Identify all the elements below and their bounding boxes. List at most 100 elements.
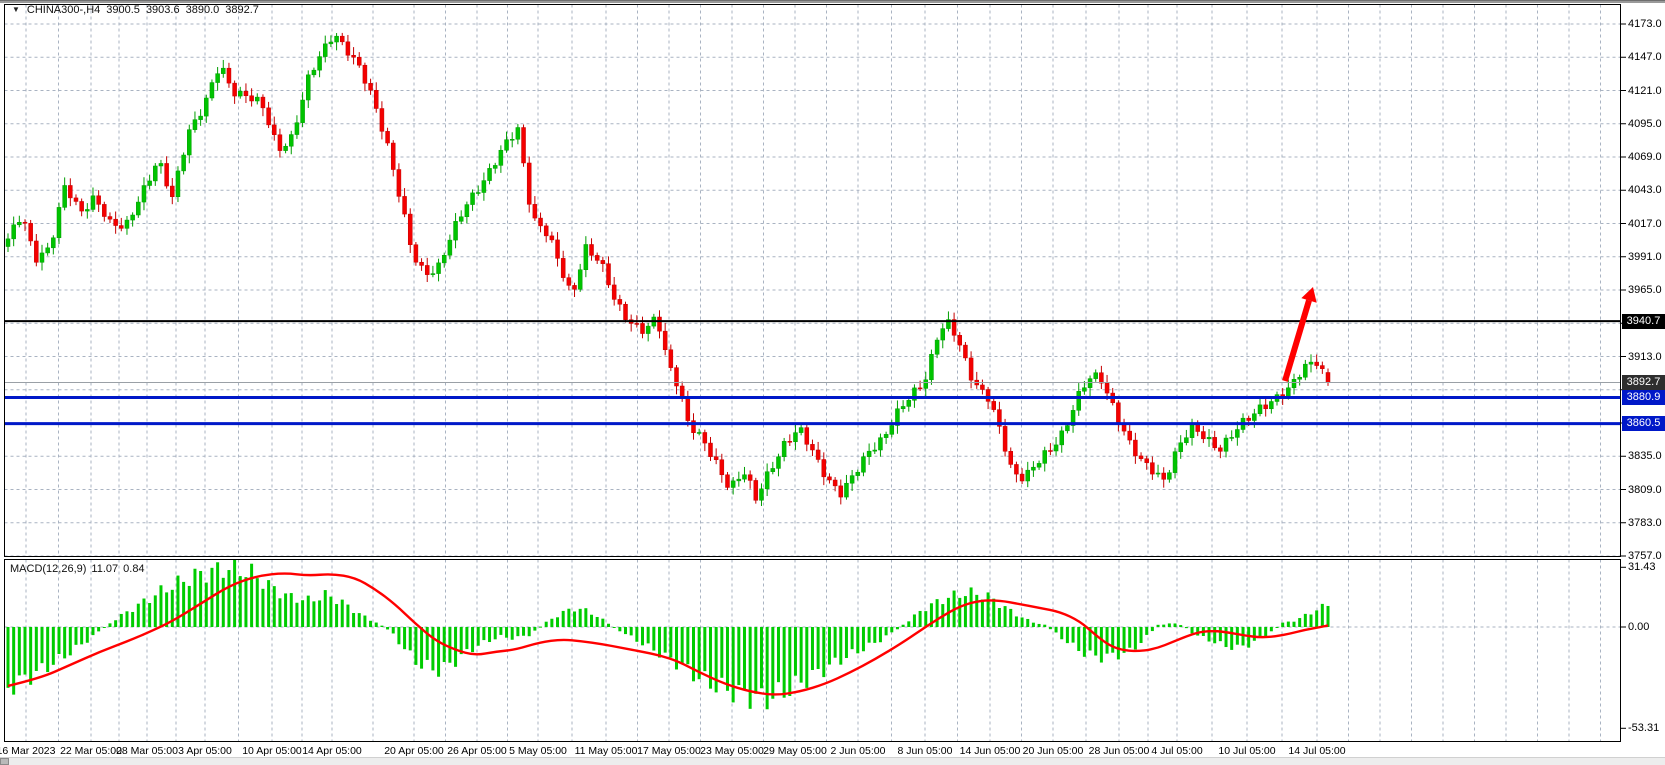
- macd-histogram-bar: [1094, 627, 1097, 656]
- macd-histogram-bar: [669, 627, 672, 658]
- candle-body: [907, 400, 911, 406]
- macd-histogram-bar: [1032, 623, 1035, 627]
- trend-arrow-head[interactable]: [1301, 287, 1316, 303]
- price-tick-label: 4173.0: [1628, 17, 1662, 31]
- macd-histogram-bar: [1111, 627, 1114, 653]
- candle-body: [125, 220, 129, 228]
- candle-body: [810, 444, 814, 450]
- macd-histogram-bar: [817, 627, 820, 669]
- macd-histogram-bar: [142, 599, 145, 627]
- macd-histogram-bar: [159, 585, 162, 627]
- macd-histogram-bar: [981, 600, 984, 627]
- candle-body: [918, 388, 922, 389]
- macd-histogram-bar: [46, 627, 49, 672]
- candle-body: [584, 244, 588, 269]
- macd-histogram-bar: [448, 627, 451, 663]
- macd-histogram-bar: [737, 627, 740, 685]
- macd-histogram-bar: [120, 614, 123, 627]
- macd-histogram-bar: [1191, 627, 1194, 633]
- candle-body: [827, 477, 831, 480]
- macd-histogram-bar: [1162, 625, 1165, 627]
- candle-body: [63, 185, 67, 207]
- macd-histogram-bar: [749, 627, 752, 709]
- candle-body: [29, 223, 33, 241]
- macd-indicator-label: MACD(12,26,9)11.070.84: [10, 563, 150, 575]
- macd-histogram-bar: [1026, 619, 1029, 627]
- candle-body: [1309, 362, 1313, 364]
- candle-body: [742, 475, 746, 479]
- price-tick-label: 3991.0: [1628, 250, 1662, 264]
- macd-histogram-bar: [800, 627, 803, 683]
- macd-histogram-bar: [845, 627, 848, 658]
- candle-body: [493, 165, 497, 168]
- macd-histogram-bar: [1055, 627, 1058, 632]
- macd-histogram-bar: [420, 627, 423, 669]
- price-level-tag: 3880.9: [1622, 390, 1665, 405]
- macd-histogram-bar: [766, 627, 769, 709]
- symbol-dropdown-icon[interactable]: ▼: [12, 5, 20, 14]
- candle-body: [46, 248, 50, 253]
- price-chart-canvas[interactable]: [0, 0, 1665, 765]
- candle-body: [363, 65, 367, 83]
- candle-body: [448, 240, 452, 255]
- candle-body: [1077, 391, 1081, 410]
- candle-body: [1020, 474, 1024, 481]
- candle-body: [1320, 366, 1324, 369]
- candle-body: [624, 304, 628, 319]
- pane-resize-handle[interactable]: [0, 556, 1622, 560]
- macd-histogram-bar: [805, 627, 808, 688]
- candle-body: [641, 323, 645, 333]
- candle-body: [352, 55, 356, 57]
- macd-histogram-bar: [1179, 625, 1182, 627]
- candle-body: [839, 486, 843, 497]
- level-lines: [5, 321, 1621, 424]
- symbol-quote-bar: ▼CHINA300-,H43900.53903.63890.03892.7: [12, 4, 259, 16]
- macd-histogram-bar: [35, 627, 38, 671]
- candle-body: [1014, 464, 1018, 474]
- candle-body: [142, 186, 146, 203]
- macd-histogram-bar: [414, 627, 417, 665]
- candle-body: [23, 222, 27, 223]
- macd-histogram-bar: [885, 627, 888, 635]
- macd-histogram-bar: [295, 603, 298, 627]
- macd-histogram-bar: [57, 627, 60, 654]
- scrollbar-thumb[interactable]: [0, 758, 9, 765]
- horizontal-scrollbar[interactable]: [0, 757, 1665, 765]
- macd-histogram-bar: [199, 571, 202, 627]
- candle-body: [301, 100, 305, 123]
- price-tick-label: 4017.0: [1628, 217, 1662, 231]
- price-level-tag: 3940.7: [1622, 314, 1665, 329]
- candle-body: [1156, 473, 1160, 474]
- macd-histogram-bar: [511, 627, 514, 640]
- candle-body: [459, 217, 463, 222]
- candle-body: [992, 401, 996, 409]
- price-tick-label: 3835.0: [1628, 449, 1662, 463]
- candle-body: [357, 57, 361, 65]
- macd-histogram-bar: [658, 627, 661, 658]
- candle-body: [1213, 437, 1217, 447]
- macd-histogram-bar: [499, 627, 502, 635]
- macd-histogram-bar: [1236, 627, 1239, 645]
- candle-body: [867, 451, 871, 457]
- candle-body: [1065, 426, 1069, 431]
- quote-open: 3900.5: [106, 4, 140, 16]
- candle-body: [505, 140, 509, 151]
- quote-high: 3903.6: [146, 4, 180, 16]
- macd-histogram-bar: [647, 627, 650, 643]
- macd-histogram-bar: [760, 627, 763, 688]
- candle-body: [199, 116, 203, 120]
- candle-body: [386, 131, 390, 143]
- macd-histogram-bar: [1038, 624, 1041, 627]
- macd-histogram-bar: [335, 604, 338, 627]
- macd-histogram-bar: [964, 596, 967, 627]
- macd-histogram-bar: [137, 604, 140, 627]
- macd-histogram-bar: [936, 599, 939, 627]
- candle-body: [284, 146, 288, 150]
- candle-body: [425, 265, 429, 274]
- candle-body: [97, 196, 101, 205]
- candle-body: [658, 317, 662, 331]
- macd-histogram-bar: [1253, 627, 1256, 641]
- macd-histogram-bar: [91, 627, 94, 635]
- candle-body: [612, 285, 616, 299]
- candle-body: [255, 97, 259, 101]
